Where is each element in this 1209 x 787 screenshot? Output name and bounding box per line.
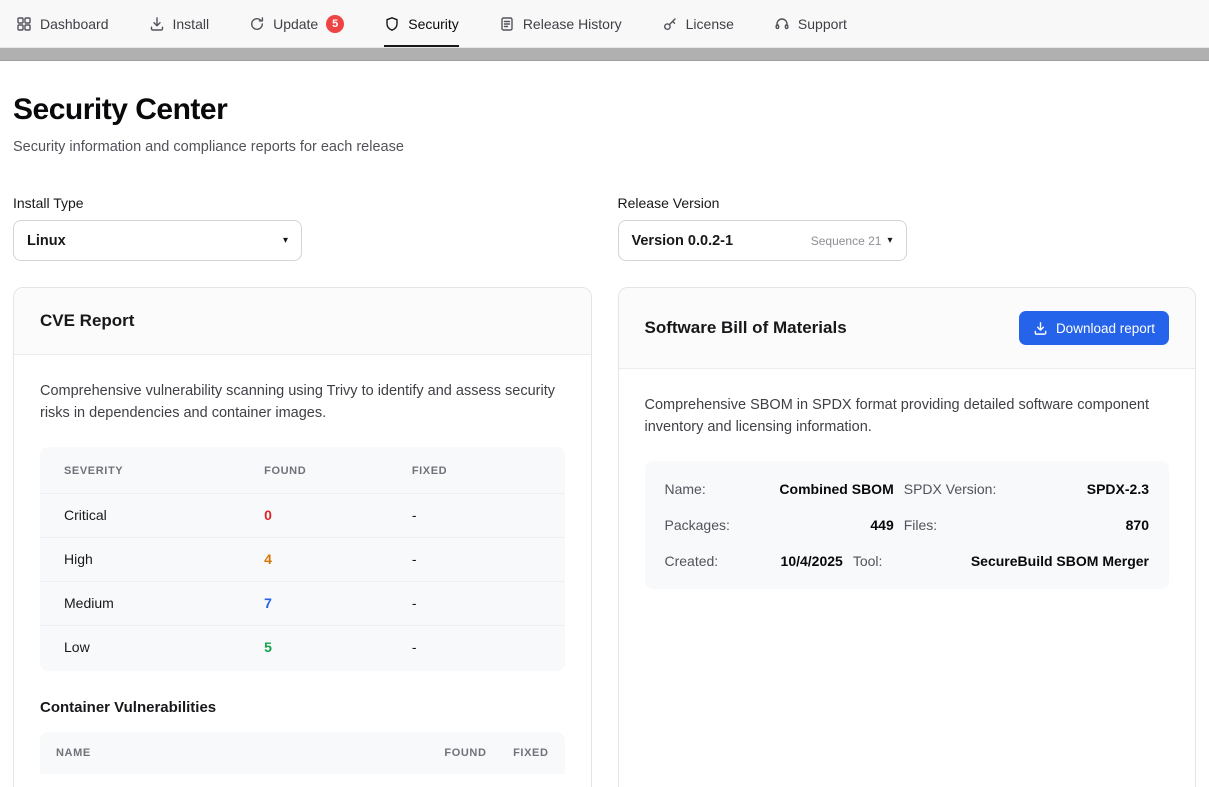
severity-name: Critical — [64, 507, 264, 523]
severity-table-header: Severity Found Fixed — [40, 449, 565, 493]
col-found: Found — [264, 465, 412, 477]
table-row: Medium 7 - — [40, 581, 565, 625]
support-headset-icon — [774, 16, 790, 32]
nav-tab-release-history[interactable]: Release History — [499, 0, 622, 47]
sbom-details-table: Name: Combined SBOM SPDX Version: SPDX-2… — [645, 461, 1170, 589]
sbom-card-body: Comprehensive SBOM in SPDX format provid… — [619, 369, 1196, 615]
refresh-icon — [249, 16, 265, 32]
install-type-label: Install Type — [13, 195, 592, 211]
sbom-card-header: Software Bill of Materials Download repo… — [619, 288, 1196, 369]
fixed-count: - — [412, 507, 541, 523]
col-severity: Severity — [64, 465, 264, 477]
nav-tab-install[interactable]: Install — [149, 0, 210, 47]
detail-value: Combined SBOM — [767, 481, 894, 497]
found-count: 5 — [264, 639, 412, 655]
table-row: Low 5 - — [40, 625, 565, 669]
col-found: Found — [397, 747, 487, 759]
nav-label: Release History — [523, 16, 622, 32]
fixed-count: - — [412, 595, 541, 611]
nav-tab-support[interactable]: Support — [774, 0, 847, 47]
nav-label: Security — [408, 16, 459, 32]
nav-tab-update[interactable]: Update 5 — [249, 0, 344, 47]
release-version-filter: Release Version Version 0.0.2-1 Sequence… — [618, 195, 1197, 261]
download-icon — [1033, 321, 1048, 336]
fixed-count: - — [412, 551, 541, 567]
sequence-label: Sequence 21 — [811, 234, 882, 248]
detail-label: SPDX Version: — [904, 481, 1012, 497]
severity-name: High — [64, 551, 264, 567]
severity-name: Medium — [64, 595, 264, 611]
cve-report-card: CVE Report Comprehensive vulnerability s… — [13, 287, 592, 787]
chevron-down-icon: ▾ — [887, 235, 892, 246]
container-vulnerabilities-header: Name Found Fixed — [40, 732, 565, 774]
download-report-button[interactable]: Download report — [1019, 311, 1169, 345]
shield-icon — [384, 16, 400, 32]
cards-row: CVE Report Comprehensive vulnerability s… — [13, 287, 1196, 787]
nav-tab-security[interactable]: Security — [384, 0, 459, 47]
release-version-select[interactable]: Version 0.0.2-1 Sequence 21 ▾ — [618, 220, 907, 261]
table-row: Name: Combined SBOM SPDX Version: SPDX-2… — [665, 471, 1150, 507]
main-nav: Dashboard Install Update 5 Security — [0, 0, 1209, 48]
table-row: Created: 10/4/2025 Tool: SecureBuild SBO… — [665, 543, 1150, 579]
table-row: High 4 - — [40, 537, 565, 581]
detail-label: Packages: — [665, 517, 757, 533]
download-icon — [149, 16, 165, 32]
cve-card-body: Comprehensive vulnerability scanning usi… — [14, 355, 591, 787]
nav-label: Dashboard — [40, 16, 109, 32]
detail-value: SecureBuild SBOM Merger — [971, 553, 1149, 569]
container-vulnerabilities-title: Container Vulnerabilities — [40, 699, 565, 716]
nav-label: Support — [798, 16, 847, 32]
filters-row: Install Type Linux ▾ Release Version Ver… — [13, 195, 1196, 261]
cve-description: Comprehensive vulnerability scanning usi… — [40, 381, 565, 425]
detail-label: Tool: — [853, 553, 961, 569]
page-subtitle: Security information and compliance repo… — [13, 139, 1196, 155]
cve-card-header: CVE Report — [14, 288, 591, 355]
found-count: 4 — [264, 551, 412, 567]
download-report-label: Download report — [1056, 321, 1155, 336]
nav-tab-dashboard[interactable]: Dashboard — [16, 0, 109, 47]
page-top-divider — [0, 48, 1209, 61]
update-count-badge: 5 — [326, 15, 344, 33]
detail-value: 449 — [767, 517, 894, 533]
install-type-select[interactable]: Linux ▾ — [13, 220, 302, 261]
release-version-label: Release Version — [618, 195, 1197, 211]
document-icon — [499, 16, 515, 32]
nav-label: Update — [273, 16, 318, 32]
found-count: 7 — [264, 595, 412, 611]
nav-tab-license[interactable]: License — [662, 0, 734, 47]
table-row: Packages: 449 Files: 870 — [665, 507, 1150, 543]
detail-label: Created: — [665, 553, 757, 569]
severity-table: Severity Found Fixed Critical 0 - High 4… — [40, 447, 565, 671]
severity-name: Low — [64, 639, 264, 655]
detail-value: 870 — [1022, 517, 1149, 533]
detail-value: SPDX-2.3 — [1022, 481, 1149, 497]
main-content: Security Center Security information and… — [0, 93, 1209, 787]
cve-card-title: CVE Report — [40, 311, 134, 331]
col-name: Name — [56, 747, 397, 759]
dashboard-icon — [16, 16, 32, 32]
sbom-card: Software Bill of Materials Download repo… — [618, 287, 1197, 787]
nav-label: License — [686, 16, 734, 32]
detail-label: Name: — [665, 481, 757, 497]
key-icon — [662, 16, 678, 32]
nav-label: Install — [173, 16, 210, 32]
release-version-value: Version 0.0.2-1 — [632, 233, 734, 249]
sbom-description: Comprehensive SBOM in SPDX format provid… — [645, 395, 1170, 439]
fixed-count: - — [412, 639, 541, 655]
page-title: Security Center — [13, 93, 1196, 127]
detail-value: 10/4/2025 — [767, 553, 843, 569]
sbom-card-title: Software Bill of Materials — [645, 318, 847, 338]
table-row: Critical 0 - — [40, 493, 565, 537]
detail-label: Files: — [904, 517, 1012, 533]
install-type-filter: Install Type Linux ▾ — [13, 195, 592, 261]
found-count: 0 — [264, 507, 412, 523]
col-fixed: Fixed — [487, 747, 549, 759]
col-fixed: Fixed — [412, 465, 541, 477]
install-type-value: Linux — [27, 233, 66, 249]
chevron-down-icon: ▾ — [283, 235, 288, 246]
